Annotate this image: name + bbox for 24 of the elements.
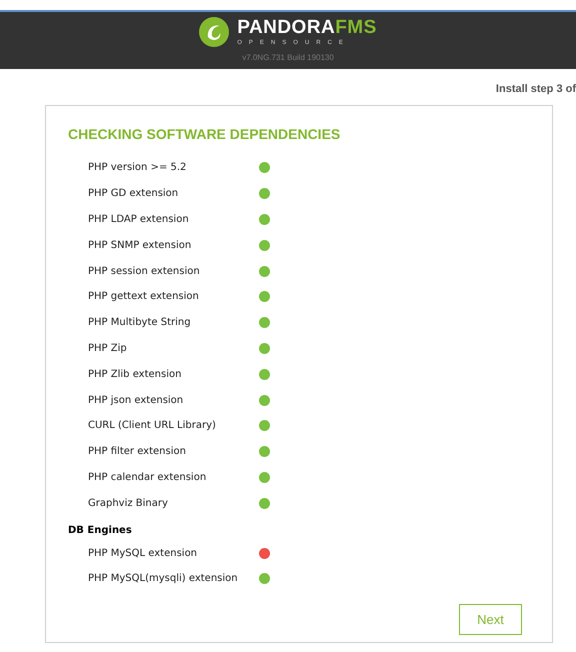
check-label: PHP calendar extension — [88, 470, 208, 485]
check-label: Graphviz Binary — [88, 496, 169, 511]
check-label: PHP MySQL(mysqli) extension — [88, 572, 239, 586]
check-label: CURL (Client URL Library) — [88, 419, 217, 434]
check-label: PHP LDAP extension — [88, 212, 190, 227]
section-title: CHECKING SOFTWARE DEPENDENCIES — [68, 125, 342, 144]
check-label: PHP Zip — [88, 342, 128, 356]
logo-icon — [199, 17, 230, 47]
check-label: PHP Multibyte String — [88, 316, 192, 330]
next-button[interactable]: Next — [459, 604, 522, 635]
check-label: PHP session extension — [88, 264, 201, 279]
version-text: v7.0NG.731 Build 190130 — [242, 52, 334, 64]
check-label: PHP gettext extension — [88, 290, 200, 304]
brand-name: PANDORA — [237, 18, 336, 37]
check-label: PHP Zlib extension — [88, 368, 182, 382]
check-label: PHP version >= 5.2 — [88, 161, 188, 176]
check-label: PHP filter extension — [88, 445, 187, 460]
check-label: PHP MySQL extension — [88, 546, 198, 561]
check-label: PHP GD extension — [88, 187, 180, 202]
check-label: PHP json extension — [88, 394, 184, 408]
install-step: Install step 3 of — [496, 81, 576, 105]
brand-accent: FMS — [335, 18, 377, 37]
group-heading: DB Engines — [68, 524, 132, 538]
check-label: PHP SNMP extension — [88, 238, 192, 253]
